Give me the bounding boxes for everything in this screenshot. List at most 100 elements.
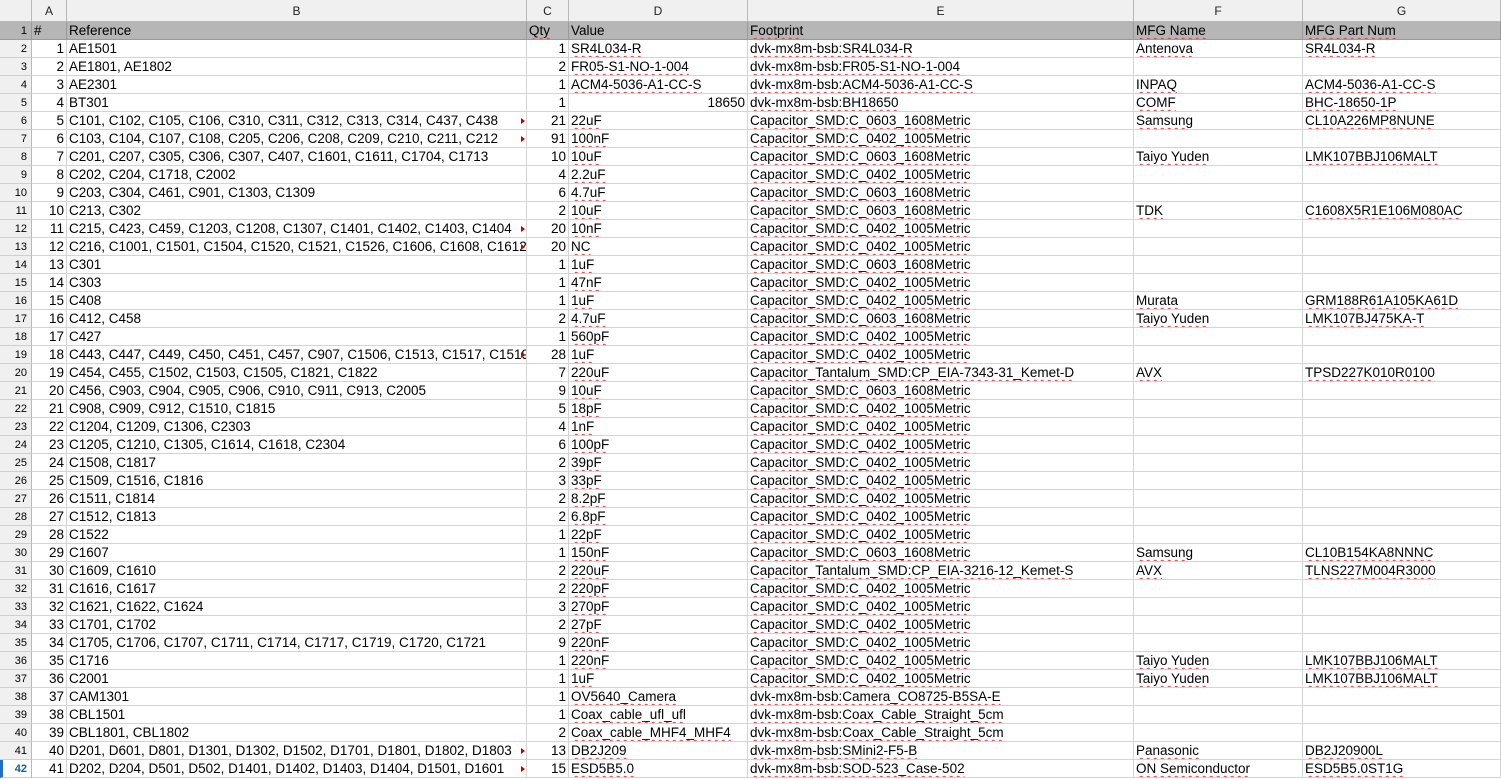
cell-mfg-name[interactable]: [1134, 454, 1303, 472]
cell-footprint[interactable]: Capacitor_SMD:C_0402_1005Metric: [748, 418, 1134, 436]
row-header[interactable]: 32: [0, 580, 32, 598]
cell-mfg-part-num[interactable]: TLNS227M004R3000: [1303, 562, 1501, 580]
cell-footprint[interactable]: Capacitor_SMD:C_0603_1608Metric: [748, 148, 1134, 166]
cell-num[interactable]: 39: [32, 724, 67, 742]
cell-qty[interactable]: 9: [527, 634, 569, 652]
cell-qty[interactable]: 3: [527, 472, 569, 490]
cell-mfg-name[interactable]: AVX: [1134, 364, 1303, 382]
cell-mfg-part-num[interactable]: [1303, 238, 1501, 256]
row-header[interactable]: 5: [0, 94, 32, 112]
cell-reference[interactable]: C1607: [67, 544, 527, 562]
cell-footprint[interactable]: Capacitor_Tantalum_SMD:CP_EIA-7343-31_Ke…: [748, 364, 1134, 382]
cell-footprint[interactable]: Capacitor_SMD:C_0402_1005Metric: [748, 526, 1134, 544]
row-header[interactable]: 4: [0, 76, 32, 94]
cell-value[interactable]: 220uF: [569, 364, 748, 382]
column-header-d[interactable]: D: [569, 0, 748, 22]
cell-footprint[interactable]: Capacitor_SMD:C_0402_1005Metric: [748, 598, 1134, 616]
cell-value[interactable]: OV5640_Camera: [569, 688, 748, 706]
row-header[interactable]: 12: [0, 220, 32, 238]
cell-mfg-name[interactable]: [1134, 238, 1303, 256]
cell-reference[interactable]: C103, C104, C107, C108, C205, C206, C208…: [67, 130, 527, 148]
cell-qty[interactable]: 3: [527, 598, 569, 616]
cell-mfg-part-num[interactable]: TPSD227K010R0100: [1303, 364, 1501, 382]
cell-num[interactable]: 14: [32, 274, 67, 292]
cell-footprint[interactable]: Capacitor_SMD:C_0603_1608Metric: [748, 112, 1134, 130]
cell-mfg-part-num[interactable]: [1303, 688, 1501, 706]
row-header[interactable]: 17: [0, 310, 32, 328]
cell-num[interactable]: 17: [32, 328, 67, 346]
cell-footprint[interactable]: Footprint: [748, 22, 1134, 40]
row-header[interactable]: 37: [0, 670, 32, 688]
cell-num[interactable]: 7: [32, 148, 67, 166]
cell-num[interactable]: 41: [32, 760, 67, 778]
cell-mfg-part-num[interactable]: [1303, 598, 1501, 616]
cell-mfg-part-num[interactable]: [1303, 382, 1501, 400]
cell-mfg-name[interactable]: [1134, 256, 1303, 274]
cell-mfg-name[interactable]: [1134, 706, 1303, 724]
cell-mfg-name[interactable]: Samsung: [1134, 112, 1303, 130]
cell-value[interactable]: 1uF: [569, 346, 748, 364]
cell-num[interactable]: 16: [32, 310, 67, 328]
cell-reference[interactable]: C1522: [67, 526, 527, 544]
cell-value[interactable]: FR05-S1-NO-1-004: [569, 58, 748, 76]
cell-footprint[interactable]: Capacitor_SMD:C_0402_1005Metric: [748, 238, 1134, 256]
cell-mfg-name[interactable]: Taiyo Yuden: [1134, 670, 1303, 688]
cell-value[interactable]: 100nF: [569, 130, 748, 148]
cell-mfg-name[interactable]: [1134, 616, 1303, 634]
cell-qty[interactable]: 1: [527, 526, 569, 544]
cell-reference[interactable]: C1609, C1610: [67, 562, 527, 580]
row-header[interactable]: 18: [0, 328, 32, 346]
row-header[interactable]: 26: [0, 472, 32, 490]
cell-value[interactable]: 47nF: [569, 274, 748, 292]
cell-mfg-part-num[interactable]: SR4L034-R: [1303, 40, 1501, 58]
cell-reference[interactable]: AE1501: [67, 40, 527, 58]
row-header[interactable]: 34: [0, 616, 32, 634]
cell-mfg-name[interactable]: [1134, 166, 1303, 184]
row-header[interactable]: 31: [0, 562, 32, 580]
cell-mfg-part-num[interactable]: [1303, 508, 1501, 526]
cell-qty[interactable]: 13: [527, 742, 569, 760]
cell-qty[interactable]: 4: [527, 418, 569, 436]
cell-qty[interactable]: 28: [527, 346, 569, 364]
row-header[interactable]: 21: [0, 382, 32, 400]
row-header[interactable]: 36: [0, 652, 32, 670]
cell-qty[interactable]: 1: [527, 94, 569, 112]
cell-mfg-part-num[interactable]: [1303, 256, 1501, 274]
cell-mfg-name[interactable]: [1134, 58, 1303, 76]
cell-mfg-part-num[interactable]: [1303, 436, 1501, 454]
cell-value[interactable]: SR4L034-R: [569, 40, 748, 58]
cell-num[interactable]: 3: [32, 76, 67, 94]
row-header[interactable]: 10: [0, 184, 32, 202]
cell-reference[interactable]: CBL1801, CBL1802: [67, 724, 527, 742]
cell-mfg-name[interactable]: [1134, 436, 1303, 454]
cell-qty[interactable]: 91: [527, 130, 569, 148]
cell-mfg-name[interactable]: Murata: [1134, 292, 1303, 310]
row-header[interactable]: 24: [0, 436, 32, 454]
cell-reference[interactable]: C1204, C1209, C1306, C2303: [67, 418, 527, 436]
cell-mfg-part-num[interactable]: CL10B154KA8NNNC: [1303, 544, 1501, 562]
cell-value[interactable]: 560pF: [569, 328, 748, 346]
cell-num[interactable]: 40: [32, 742, 67, 760]
row-header[interactable]: 25: [0, 454, 32, 472]
cell-mfg-name[interactable]: MFG Name: [1134, 22, 1303, 40]
cell-value[interactable]: 2.2uF: [569, 166, 748, 184]
cell-qty[interactable]: 2: [527, 580, 569, 598]
cell-value[interactable]: 10uF: [569, 202, 748, 220]
cell-num[interactable]: 6: [32, 130, 67, 148]
cell-qty[interactable]: 2: [527, 562, 569, 580]
cell-qty[interactable]: 2: [527, 310, 569, 328]
cell-footprint[interactable]: Capacitor_SMD:C_0402_1005Metric: [748, 220, 1134, 238]
cell-qty[interactable]: 1: [527, 670, 569, 688]
cell-mfg-part-num[interactable]: DB2J20900L: [1303, 742, 1501, 760]
column-header-e[interactable]: E: [748, 0, 1134, 22]
cell-qty[interactable]: 4: [527, 166, 569, 184]
cell-qty[interactable]: 21: [527, 112, 569, 130]
cell-num[interactable]: 29: [32, 544, 67, 562]
cell-value[interactable]: 1nF: [569, 418, 748, 436]
cell-num[interactable]: 32: [32, 598, 67, 616]
cell-value[interactable]: Value: [569, 22, 748, 40]
cell-reference[interactable]: C456, C903, C904, C905, C906, C910, C911…: [67, 382, 527, 400]
cell-num[interactable]: 24: [32, 454, 67, 472]
cell-value[interactable]: DB2J209: [569, 742, 748, 760]
select-all-corner[interactable]: [0, 0, 32, 22]
